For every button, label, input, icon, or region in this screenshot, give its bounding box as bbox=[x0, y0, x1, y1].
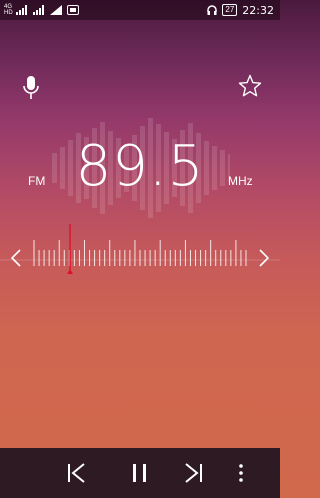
frequency-display: 89.5 bbox=[75, 134, 205, 199]
tuner-dial[interactable] bbox=[0, 220, 280, 280]
band-label: FM bbox=[28, 174, 46, 188]
pause-icon bbox=[133, 464, 146, 482]
skip-previous-icon bbox=[68, 463, 85, 483]
previous-button[interactable] bbox=[64, 460, 90, 486]
voice-button[interactable] bbox=[22, 74, 40, 102]
pause-button[interactable] bbox=[127, 460, 153, 486]
network-type-bottom: HD bbox=[4, 10, 13, 16]
next-button[interactable] bbox=[180, 460, 206, 486]
unit-label: MHz bbox=[228, 174, 253, 188]
skip-next-icon bbox=[185, 463, 202, 483]
tuner-needle-tip bbox=[67, 269, 74, 274]
chevron-left-icon bbox=[10, 249, 21, 267]
status-bar-left: 4G HD bbox=[4, 4, 79, 16]
battery-indicator: 27 bbox=[222, 4, 238, 16]
signal-icon bbox=[16, 5, 27, 15]
chevron-right-icon bbox=[259, 249, 270, 267]
status-bar-right: 27 22:32 bbox=[207, 4, 274, 17]
favorite-button[interactable] bbox=[238, 74, 262, 98]
microphone-icon bbox=[23, 76, 39, 99]
more-vertical-icon bbox=[239, 464, 243, 482]
seek-back-button[interactable] bbox=[8, 246, 24, 270]
more-options-button[interactable] bbox=[234, 460, 248, 486]
visualizer-bar bbox=[220, 150, 225, 186]
notification-icon bbox=[67, 5, 79, 15]
signal-icon-2 bbox=[33, 5, 44, 15]
wifi-icon bbox=[50, 5, 62, 15]
seek-forward-button[interactable] bbox=[256, 246, 272, 270]
network-type-label: 4G HD bbox=[4, 4, 13, 16]
status-bar: 4G HD 27 22:32 bbox=[0, 0, 280, 20]
visualizer-bar bbox=[60, 147, 65, 189]
clock: 22:32 bbox=[242, 3, 274, 17]
visualizer-bar bbox=[52, 153, 57, 183]
playback-controls bbox=[0, 448, 280, 498]
visualizer-bar bbox=[212, 146, 217, 190]
star-icon bbox=[238, 74, 262, 97]
headphones-icon bbox=[207, 5, 218, 15]
